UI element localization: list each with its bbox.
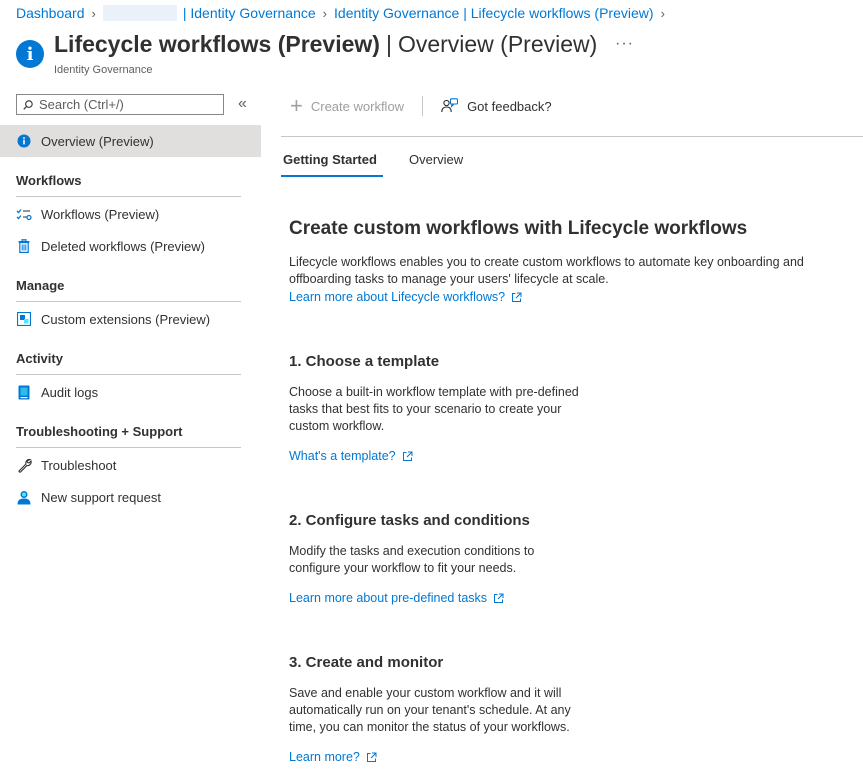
feedback-button[interactable]: Got feedback?: [441, 98, 552, 114]
link-label: Learn more?: [289, 750, 360, 764]
command-bar: + Create workflow Got feedback?: [290, 93, 552, 118]
support-person-icon: [16, 489, 32, 505]
section-troubleshooting-support: Troubleshooting + Support: [16, 424, 183, 439]
more-options-icon[interactable]: ···: [615, 35, 634, 53]
step-3-text: Save and enable your custom workflow and…: [289, 686, 571, 734]
intro-text: Lifecycle workflows enables you to creat…: [289, 255, 804, 286]
sidebar-item-label: Overview (Preview): [41, 133, 154, 149]
page-title-separator: |: [385, 31, 392, 57]
feedback-label: Got feedback?: [467, 98, 552, 114]
redacted-tenant: [102, 5, 177, 21]
chevron-right-icon: ›: [660, 5, 665, 21]
tab-overview[interactable]: Overview: [409, 152, 463, 167]
learn-more-predefined-tasks-link[interactable]: Learn more about pre-defined tasks: [289, 591, 504, 605]
learn-more-monitor-link[interactable]: Learn more?: [289, 750, 377, 764]
section-activity: Activity: [16, 351, 63, 366]
chevron-right-icon: ›: [322, 5, 328, 21]
plus-icon: +: [290, 93, 303, 118]
sidebar-item-custom-extensions[interactable]: Custom extensions (Preview): [0, 303, 261, 335]
workflow-list-icon: [16, 206, 32, 222]
step-3-title: 3. Create and monitor: [289, 654, 444, 671]
main-heading: Create custom workflows with Lifecycle w…: [289, 218, 748, 239]
toolbar-divider: [422, 96, 424, 116]
section-divider: [16, 301, 241, 302]
info-icon: i: [16, 40, 44, 68]
external-link-icon: [511, 292, 522, 303]
sidebar-item-label: Custom extensions (Preview): [41, 311, 211, 327]
collapse-sidebar-icon[interactable]: «: [238, 95, 247, 113]
chevron-right-icon: ›: [91, 5, 96, 21]
step-2-title: 2. Configure tasks and conditions: [289, 512, 530, 529]
step-1-title: 1. Choose a template: [289, 353, 440, 370]
page-subtitle: Identity Governance: [54, 64, 153, 76]
sidebar-item-label: Deleted workflows (Preview): [41, 238, 205, 254]
extension-icon: [16, 311, 32, 327]
create-workflow-label: Create workflow: [310, 98, 405, 114]
page-title-main: Lifecycle workflows (Preview): [54, 31, 380, 57]
tab-active-indicator: [281, 175, 383, 177]
section-divider: [16, 374, 241, 375]
sidebar-item-label: New support request: [41, 489, 161, 505]
link-label: What's a template?: [289, 449, 396, 463]
search-icon: [23, 99, 33, 110]
section-manage: Manage: [16, 278, 65, 293]
step-1-text: Choose a built-in workflow template with…: [289, 385, 579, 433]
link-label: Learn more about Lifecycle workflows?: [289, 290, 506, 304]
breadcrumb-lifecycle-workflows[interactable]: Identity Governance | Lifecycle workflow…: [334, 5, 654, 21]
step-2-text: Modify the tasks and execution condition…: [289, 544, 535, 575]
learn-more-lifecycle-link[interactable]: Learn more about Lifecycle workflows?: [289, 290, 522, 304]
trash-icon: [16, 238, 32, 254]
create-workflow-button[interactable]: + Create workflow: [290, 93, 405, 118]
sidebar-item-label: Workflows (Preview): [41, 206, 160, 222]
sidebar-item-deleted-workflows[interactable]: Deleted workflows (Preview): [0, 230, 261, 262]
sidebar-item-troubleshoot[interactable]: Troubleshoot: [0, 449, 261, 481]
sidebar-item-label: Audit logs: [41, 384, 99, 400]
sidebar-item-overview[interactable]: Overview (Preview): [0, 125, 261, 157]
sidebar-item-new-support-request[interactable]: New support request: [0, 481, 261, 513]
external-link-icon: [493, 593, 504, 604]
search-input[interactable]: Search (Ctrl+/): [16, 94, 224, 115]
sidebar-item-label: Troubleshoot: [41, 457, 117, 473]
section-workflows: Workflows: [16, 173, 82, 188]
external-link-icon: [402, 451, 413, 462]
tab-getting-started[interactable]: Getting Started: [283, 152, 377, 167]
sidebar-item-workflows[interactable]: Workflows (Preview): [0, 198, 261, 230]
wrench-icon: [16, 457, 32, 473]
whats-a-template-link[interactable]: What's a template?: [289, 449, 413, 463]
search-placeholder: Search (Ctrl+/): [39, 97, 124, 112]
page-title-section: Overview (Preview): [397, 31, 598, 57]
section-divider: [16, 196, 241, 197]
toolbar-divider-line: [281, 136, 863, 137]
section-divider: [16, 447, 241, 448]
link-label: Learn more about pre-defined tasks: [289, 591, 488, 605]
breadcrumb-dashboard[interactable]: Dashboard: [16, 5, 85, 21]
audit-log-icon: [16, 384, 32, 400]
page-title: Lifecycle workflows (Preview) | Overview (…: [54, 31, 597, 58]
feedback-icon: [441, 98, 459, 114]
info-icon: [16, 133, 32, 149]
breadcrumb: Dashboard › | Identity Governance › Iden…: [16, 4, 672, 22]
breadcrumb-identity-governance[interactable]: | Identity Governance: [183, 5, 316, 21]
external-link-icon: [366, 752, 377, 763]
sidebar-item-audit-logs[interactable]: Audit logs: [0, 376, 261, 408]
